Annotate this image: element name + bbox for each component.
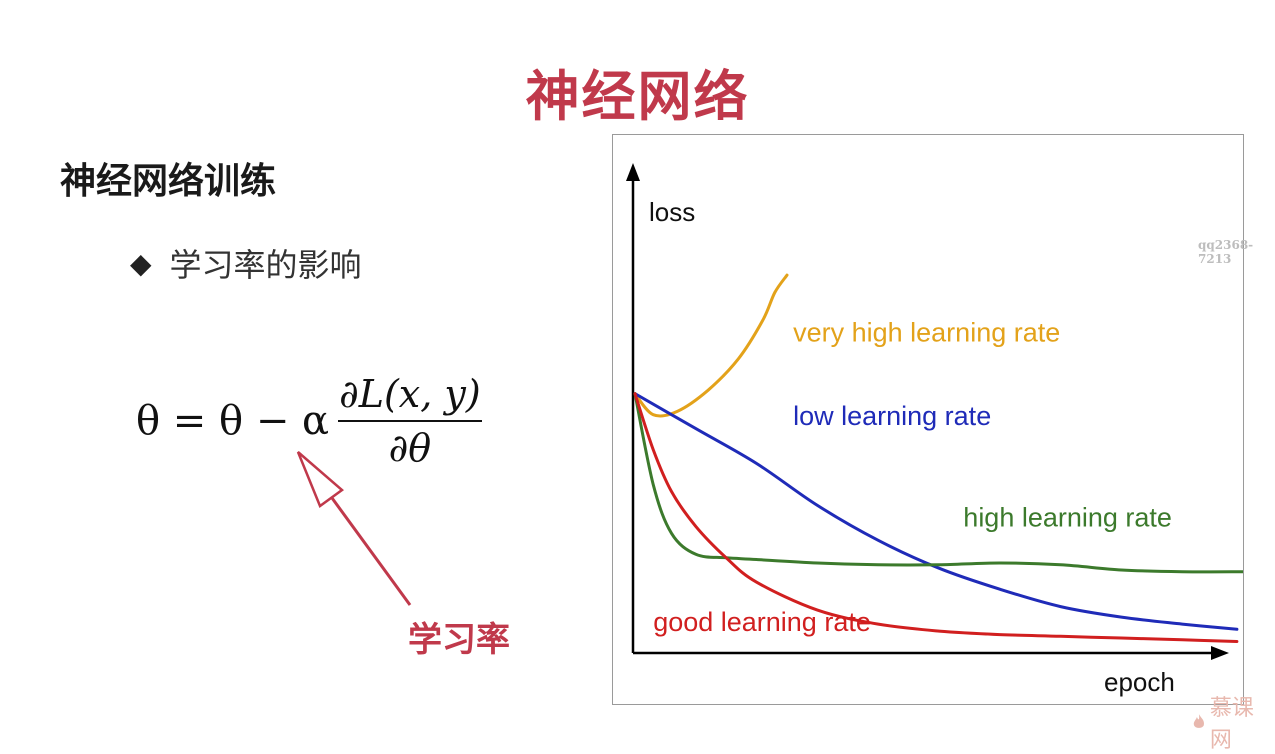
series-label-good-learning-rate: good learning rate — [653, 607, 871, 637]
x-axis-arrow-icon — [1211, 646, 1229, 660]
bullet-text: 学习率的影响 — [169, 246, 362, 284]
fraction-numerator: ∂L(x, y) — [339, 372, 481, 416]
series-line-very-high-learning-rate — [633, 273, 789, 418]
y-axis-arrow-icon — [626, 163, 640, 181]
formula-lhs: θ = θ − α — [136, 398, 330, 444]
diamond-bullet-icon: ◆ — [130, 246, 152, 280]
bullet-item: ◆ 学习率的影响 — [130, 240, 362, 286]
section-heading: 神经网络训练 — [60, 161, 277, 202]
brand-name: 慕课网 — [1209, 696, 1254, 753]
series-label-group: very high learning rate low learning rate… — [653, 317, 1172, 637]
y-axis-label: loss — [649, 197, 695, 227]
loss-chart-svg: loss epoch very high learning rate low le… — [626, 163, 1243, 697]
annotation-arrow-icon — [296, 451, 412, 606]
watermark: qq2368-7213 — [1198, 238, 1254, 266]
x-axis-label: epoch — [1104, 667, 1175, 697]
loss-chart: loss epoch very high learning rate low le… — [612, 134, 1244, 705]
series-label-very-high-learning-rate: very high learning rate — [793, 317, 1060, 347]
flame-icon — [1193, 714, 1205, 728]
learning-rate-label: 学习率 — [408, 620, 510, 660]
arrow-shaft — [330, 497, 412, 606]
series-label-low-learning-rate: low learning rate — [793, 401, 991, 431]
arrow-head — [296, 451, 345, 508]
brand-logo: 慕课网 — [1192, 690, 1275, 754]
series-label-high-learning-rate: high learning rate — [963, 502, 1172, 532]
slide-title: 神经网络 — [525, 65, 750, 128]
